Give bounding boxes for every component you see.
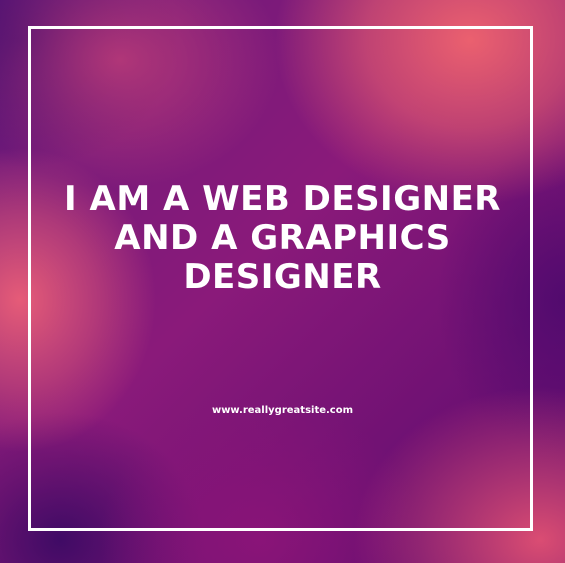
headline-line-1: I AM A WEB DESIGNER	[64, 179, 501, 219]
headline-line-2: AND A GRAPHICS	[114, 218, 451, 258]
headline-line-3: DESIGNER	[183, 257, 382, 297]
website-url: www.reallygreatsite.com	[211, 405, 354, 416]
poster-background: I AM A WEB DESIGNER AND A GRAPHICS DESIG…	[0, 0, 565, 563]
headline: I AM A WEB DESIGNER AND A GRAPHICS DESIG…	[0, 180, 565, 297]
